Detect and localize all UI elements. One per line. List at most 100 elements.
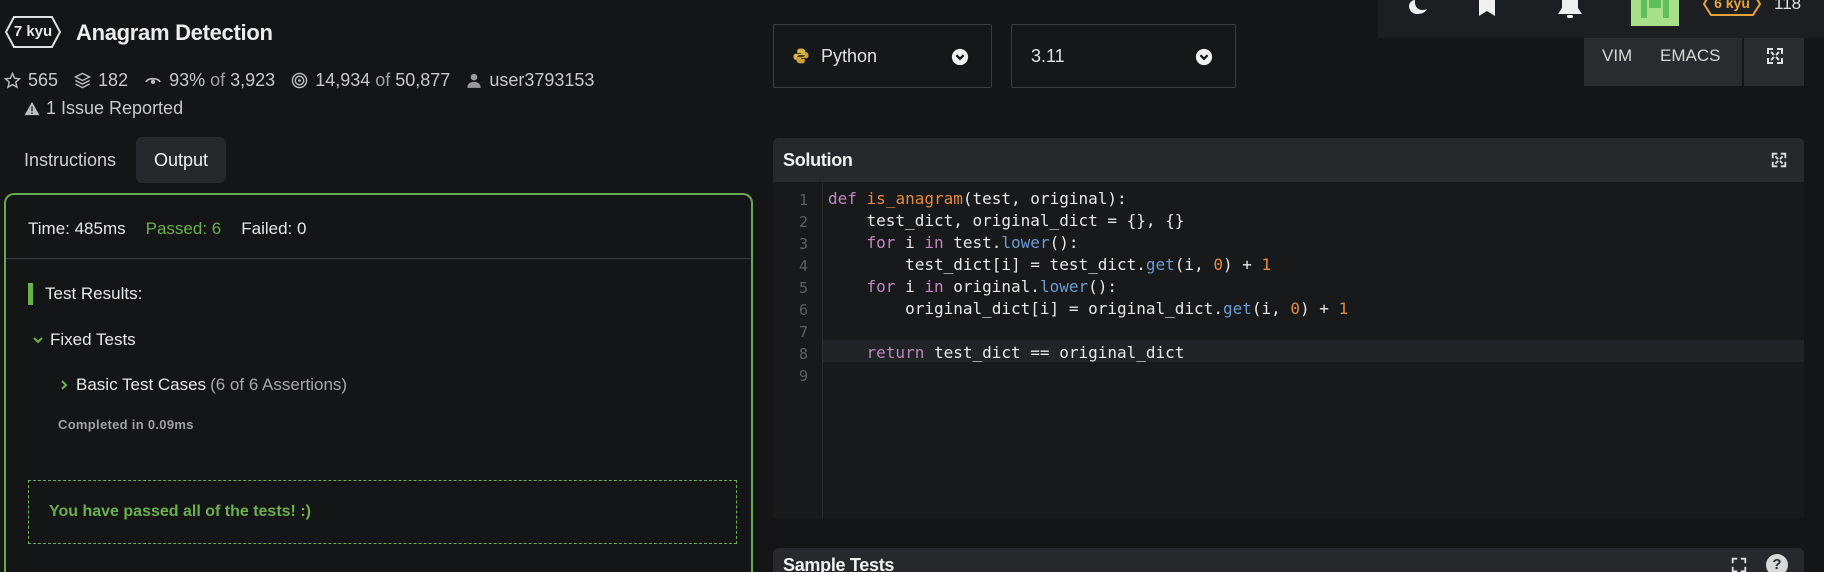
rank-badge: 7 kyu: [5, 16, 61, 48]
line-number: 3: [798, 235, 808, 253]
code-token: is_anagram: [866, 189, 963, 208]
kata-stats: 565 182 93% of 3,923 14,934 of 50,877 us…: [4, 70, 610, 91]
top-toolbar: 6 kyu 118: [1378, 0, 1824, 38]
line-number: 1: [798, 191, 808, 209]
time-label: Time: 485ms: [28, 219, 126, 238]
moon-icon[interactable]: [1405, 0, 1431, 14]
code-token: 1: [1338, 299, 1349, 318]
sample-tests-title: Sample Tests: [783, 555, 895, 572]
sample-tests-header: Sample Tests ?: [773, 548, 1804, 572]
code-token: test_dict[i] = test_dict.: [828, 255, 1146, 274]
divider: [6, 258, 751, 259]
code-token: test.: [943, 233, 1002, 252]
code-line: original_dict[i] = original_dict.get(i, …: [828, 298, 1348, 320]
fullscreen-icon[interactable]: [1730, 556, 1748, 572]
fullscreen-icon[interactable]: [1770, 151, 1788, 169]
code-token: in: [924, 277, 944, 296]
chevron-right-icon: [61, 380, 68, 390]
code-line: test_dict, original_dict = {}, {}: [828, 211, 1185, 230]
star-icon: [4, 72, 21, 89]
completed-stat: 14,934 of 50,877: [291, 70, 450, 91]
test-results-heading: Test Results:: [28, 283, 142, 305]
output-panel: Time: 485ms Passed: 6 Failed: 0 Test Res…: [4, 193, 753, 572]
fixed-tests-label: Fixed Tests: [50, 330, 136, 349]
code-line: for i in original.lower():: [828, 276, 1117, 298]
warning-icon: [24, 101, 40, 116]
passed-label: Passed: 6: [145, 219, 222, 238]
collections-stat: 182: [74, 70, 128, 91]
chevron-down-icon: [951, 48, 969, 66]
vim-mode-button[interactable]: VIM: [1602, 46, 1632, 66]
code-token: (i,: [1174, 255, 1214, 274]
bookmark-icon[interactable]: [1476, 0, 1498, 16]
code-token: 0: [1290, 299, 1301, 318]
code-line: return test_dict == original_dict: [828, 342, 1185, 364]
basic-test-cases-group[interactable]: Basic Test Cases (6 of 6 Assertions): [58, 375, 347, 395]
completed-time: Completed in 0.09ms: [58, 417, 194, 432]
line-number: 7: [798, 323, 808, 341]
issues-label: 1 Issue Reported: [46, 98, 184, 118]
code-token: 0: [1213, 255, 1223, 274]
code-token: test_dict == original_dict: [924, 343, 1185, 362]
user-rank-badge[interactable]: 6 kyu: [1703, 0, 1761, 16]
collections-count: 182: [98, 70, 129, 90]
issues-link[interactable]: 1 Issue Reported: [24, 98, 183, 119]
solution-header: Solution: [773, 138, 1804, 182]
completed-of: of: [375, 70, 391, 90]
help-icon[interactable]: ?: [1766, 554, 1788, 572]
line-number: 6: [798, 301, 808, 319]
code-token: get: [1222, 299, 1252, 318]
basic-test-cases-label: Basic Test Cases: [76, 375, 207, 394]
code-token: i: [895, 277, 925, 296]
tab-instructions[interactable]: Instructions: [6, 137, 134, 183]
user-rank-label: 6 kyu: [1714, 0, 1750, 11]
line-number: 9: [798, 367, 808, 385]
satisfaction-stat: 93% of 3,923: [144, 70, 275, 91]
code-token: lower: [1001, 233, 1050, 252]
emacs-mode-button[interactable]: EMACS: [1660, 46, 1720, 66]
fullscreen-icon: [1767, 48, 1783, 64]
tab-output[interactable]: Output: [136, 137, 227, 183]
fullscreen-button[interactable]: [1742, 38, 1804, 86]
fixed-tests-group[interactable]: Fixed Tests: [32, 330, 136, 350]
rank-label: 7 kyu: [13, 23, 53, 40]
code-token: ) +: [1222, 255, 1262, 274]
assertions-count: (6 of 6 Assertions): [210, 375, 348, 394]
completed-total: 50,877: [395, 70, 451, 90]
completed-count: 14,934: [315, 70, 371, 90]
test-summary: Time: 485ms Passed: 6 Failed: 0: [28, 219, 326, 239]
eye-icon: [145, 77, 161, 85]
pass-message: You have passed all of the tests! :): [49, 503, 311, 520]
language-value: Python: [821, 46, 878, 66]
code-editor[interactable]: 1 2 3 4 5 6 7 8 9 def is_anagram(test, o…: [773, 182, 1804, 518]
satisfaction-rating: 93%: [169, 70, 206, 90]
code-token: (test, original):: [962, 189, 1127, 208]
editor-mode-group: VIM EMACS: [1584, 38, 1742, 86]
code-token: for: [828, 277, 896, 296]
language-select[interactable]: Python: [773, 24, 992, 88]
satisfaction-votes: 3,923: [230, 70, 276, 90]
author-stat[interactable]: user3793153: [466, 70, 594, 91]
code-token: 1: [1261, 255, 1272, 274]
code-token: ) +: [1300, 299, 1339, 318]
bell-icon[interactable]: [1556, 0, 1584, 18]
line-number: 4: [798, 257, 808, 275]
code-token: in: [924, 233, 944, 252]
layers-icon: [74, 72, 92, 89]
solution-title: Solution: [783, 150, 853, 170]
code-token: original.: [943, 277, 1040, 296]
stars-stat[interactable]: 565: [4, 70, 58, 91]
target-icon: [291, 72, 308, 89]
honor-score: 118: [1774, 0, 1802, 13]
version-select[interactable]: 3.11: [1011, 24, 1236, 88]
code-token: ():: [1088, 277, 1118, 296]
line-number: 5: [798, 279, 808, 297]
author-name: user3793153: [489, 70, 595, 90]
code-token: i: [895, 233, 925, 252]
code-token: def: [828, 189, 857, 208]
avatar[interactable]: [1631, 0, 1679, 26]
code-token: for: [828, 233, 896, 252]
stars-count: 565: [28, 70, 59, 90]
code-token: lower: [1039, 277, 1089, 296]
kata-title[interactable]: Anagram Detection: [76, 20, 273, 46]
